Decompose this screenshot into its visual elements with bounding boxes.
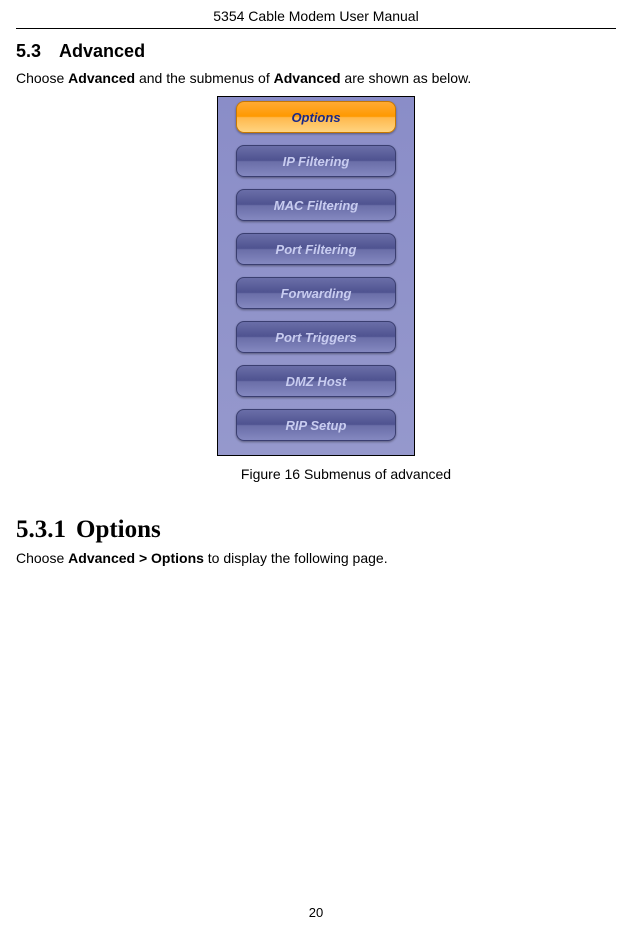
subsection-title: Options	[76, 516, 161, 543]
menu-label: DMZ Host	[286, 374, 347, 389]
text-fragment: Choose	[16, 70, 68, 86]
page-header-title: 5354 Cable Modem User Manual	[16, 0, 616, 29]
advanced-submenu-panel: Options IP Filtering MAC Filtering Port …	[217, 96, 415, 456]
menu-label: MAC Filtering	[274, 198, 359, 213]
figure-caption: Figure 16 Submenus of advanced	[241, 466, 451, 482]
page-number: 20	[0, 905, 632, 920]
text-bold: Advanced > Options	[68, 550, 204, 566]
section-5-3-1-intro: Choose Advanced > Options to display the…	[16, 550, 616, 566]
section-5-3-1-heading: 5.3.1 Options	[16, 516, 616, 544]
text-fragment: are shown as below.	[341, 70, 472, 86]
section-5-3-intro: Choose Advanced and the submenus of Adva…	[16, 70, 616, 86]
menu-label: Port Filtering	[276, 242, 357, 257]
text-bold: Advanced	[274, 70, 341, 86]
menu-port-filtering[interactable]: Port Filtering	[236, 233, 396, 265]
menu-dmz-host[interactable]: DMZ Host	[236, 365, 396, 397]
section-5-3-heading: 5.3 Advanced	[16, 41, 616, 62]
menu-options[interactable]: Options	[236, 101, 396, 133]
text-fragment: Choose	[16, 550, 68, 566]
menu-label: IP Filtering	[283, 154, 350, 169]
text-bold: Advanced	[68, 70, 135, 86]
menu-label: RIP Setup	[286, 418, 347, 433]
subsection-number: 5.3.1	[16, 516, 66, 543]
menu-ip-filtering[interactable]: IP Filtering	[236, 145, 396, 177]
text-fragment: to display the following page.	[204, 550, 388, 566]
menu-forwarding[interactable]: Forwarding	[236, 277, 396, 309]
text-fragment: and the submenus of	[135, 70, 274, 86]
menu-rip-setup[interactable]: RIP Setup	[236, 409, 396, 441]
section-number: 5.3	[16, 41, 41, 61]
menu-label: Port Triggers	[275, 330, 356, 345]
menu-label: Forwarding	[281, 286, 352, 301]
menu-label: Options	[291, 110, 340, 125]
figure-16: Options IP Filtering MAC Filtering Port …	[16, 96, 616, 482]
menu-port-triggers[interactable]: Port Triggers	[236, 321, 396, 353]
menu-mac-filtering[interactable]: MAC Filtering	[236, 189, 396, 221]
section-title: Advanced	[59, 41, 145, 61]
